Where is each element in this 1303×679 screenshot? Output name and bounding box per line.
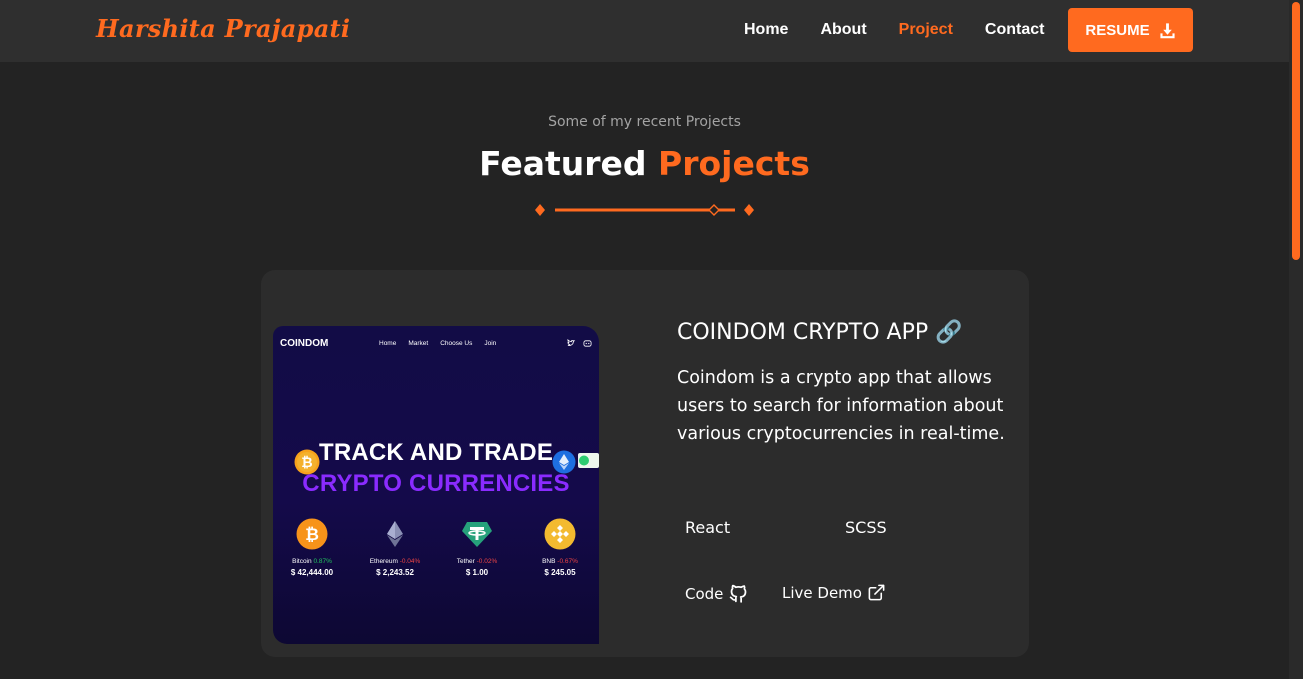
coin-label: Bitcoin 0.87% <box>273 558 352 565</box>
ethereum-icon <box>387 521 403 547</box>
live-demo-link[interactable]: Live Demo <box>782 583 886 602</box>
screenshot-coin-row: ₿ Bitcoin 0.87% $ 42,444.00 Ethereum -0.… <box>273 518 599 588</box>
coin-change: -0.67% <box>557 558 578 565</box>
tech-tag: SCSS <box>845 518 887 537</box>
page-scrollbar[interactable] <box>1289 0 1303 679</box>
screenshot-nav-item: Market <box>408 340 429 347</box>
tech-tag: React <box>685 518 731 537</box>
site-logo[interactable]: Harshita Prajapati <box>96 14 350 43</box>
coin-price: $ 2,243.52 <box>376 568 414 577</box>
live-demo-label: Live Demo <box>782 583 862 602</box>
coin-change: -0.04% <box>399 558 421 565</box>
screenshot-nav: Home Market Choose Us Join <box>379 340 496 347</box>
screenshot-headline-2: CRYPTO CURRENCIES <box>302 470 570 497</box>
coin-label: Tether -0.02% <box>437 558 517 565</box>
github-icon <box>730 584 747 603</box>
nav-contact[interactable]: Contact <box>985 21 1045 39</box>
coin-card-bitcoin: ₿ Bitcoin 0.87% $ 42,444.00 <box>273 518 352 577</box>
coin-card-bnb: BNB -0.67% $ 245.05 <box>520 518 599 577</box>
coin-label: Ethereum -0.04% <box>355 558 435 565</box>
screenshot-nav-item: Home <box>379 340 397 347</box>
section-title: Featured Projects <box>0 144 1289 183</box>
bnb-icon <box>544 518 576 550</box>
screenshot-logo: COINDOM <box>280 338 329 349</box>
coin-change: -0.02% <box>476 558 498 565</box>
section-subtitle: Some of my recent Projects <box>548 114 741 130</box>
screenshot-nav-item: Choose Us <box>440 340 473 347</box>
nav-about[interactable]: About <box>820 21 866 39</box>
nav-home[interactable]: Home <box>744 21 788 39</box>
code-link[interactable]: Code <box>685 583 749 604</box>
download-icon <box>1160 22 1175 38</box>
coin-change: 0.87% <box>313 558 332 565</box>
external-link-icon <box>868 584 885 601</box>
nav-links: Home About Project Contact <box>744 21 1076 39</box>
resume-button[interactable]: RESUME <box>1068 8 1193 52</box>
nav-project[interactable]: Project <box>899 21 953 39</box>
project-title[interactable]: COINDOM CRYPTO APP 🔗 <box>677 320 1017 345</box>
code-label: Code <box>685 584 724 603</box>
coin-price: $ 42,444.00 <box>290 568 334 577</box>
twitter-icon <box>567 339 576 346</box>
coin-name: Tether <box>456 558 475 565</box>
project-screenshot: COINDOM Home Market Choose Us Join ₿ TRA… <box>273 326 599 644</box>
coin-price: $ 1.00 <box>465 568 489 577</box>
section-title-accent: Projects <box>658 144 810 183</box>
coin-label: BNB -0.67% <box>520 558 599 565</box>
coin-name: BNB <box>542 558 556 565</box>
navbar: Harshita Prajapati Home About Project Co… <box>0 0 1289 62</box>
project-description: Coindom is a crypto app that allows user… <box>677 368 1005 444</box>
discord-icon <box>583 340 592 347</box>
section-title-main: Featured <box>479 144 647 183</box>
title-divider <box>535 204 754 216</box>
svg-text:₿: ₿ <box>305 525 319 545</box>
screenshot-social-icons <box>567 339 592 348</box>
scrollbar-thumb[interactable] <box>1292 2 1300 260</box>
coin-price: $ 245.05 <box>544 568 576 577</box>
project-info: COINDOM CRYPTO APP 🔗 Coindom is a crypto… <box>677 320 1017 448</box>
coin-name: Bitcoin <box>292 558 312 565</box>
bitcoin-icon: ₿ <box>296 518 328 550</box>
tether-icon <box>462 522 492 547</box>
screenshot-headline-1: TRACK AND TRADE <box>318 439 554 466</box>
coin-name: Ethereum <box>369 558 398 565</box>
project-card: COINDOM Home Market Choose Us Join ₿ TRA… <box>261 270 1029 657</box>
screenshot-nav-item: Join <box>484 340 497 347</box>
resume-label: RESUME <box>1085 21 1150 39</box>
coin-card-tether: Tether -0.02% $ 1.00 <box>437 518 517 577</box>
coin-card-ethereum: Ethereum -0.04% $ 2,243.52 <box>355 518 435 577</box>
